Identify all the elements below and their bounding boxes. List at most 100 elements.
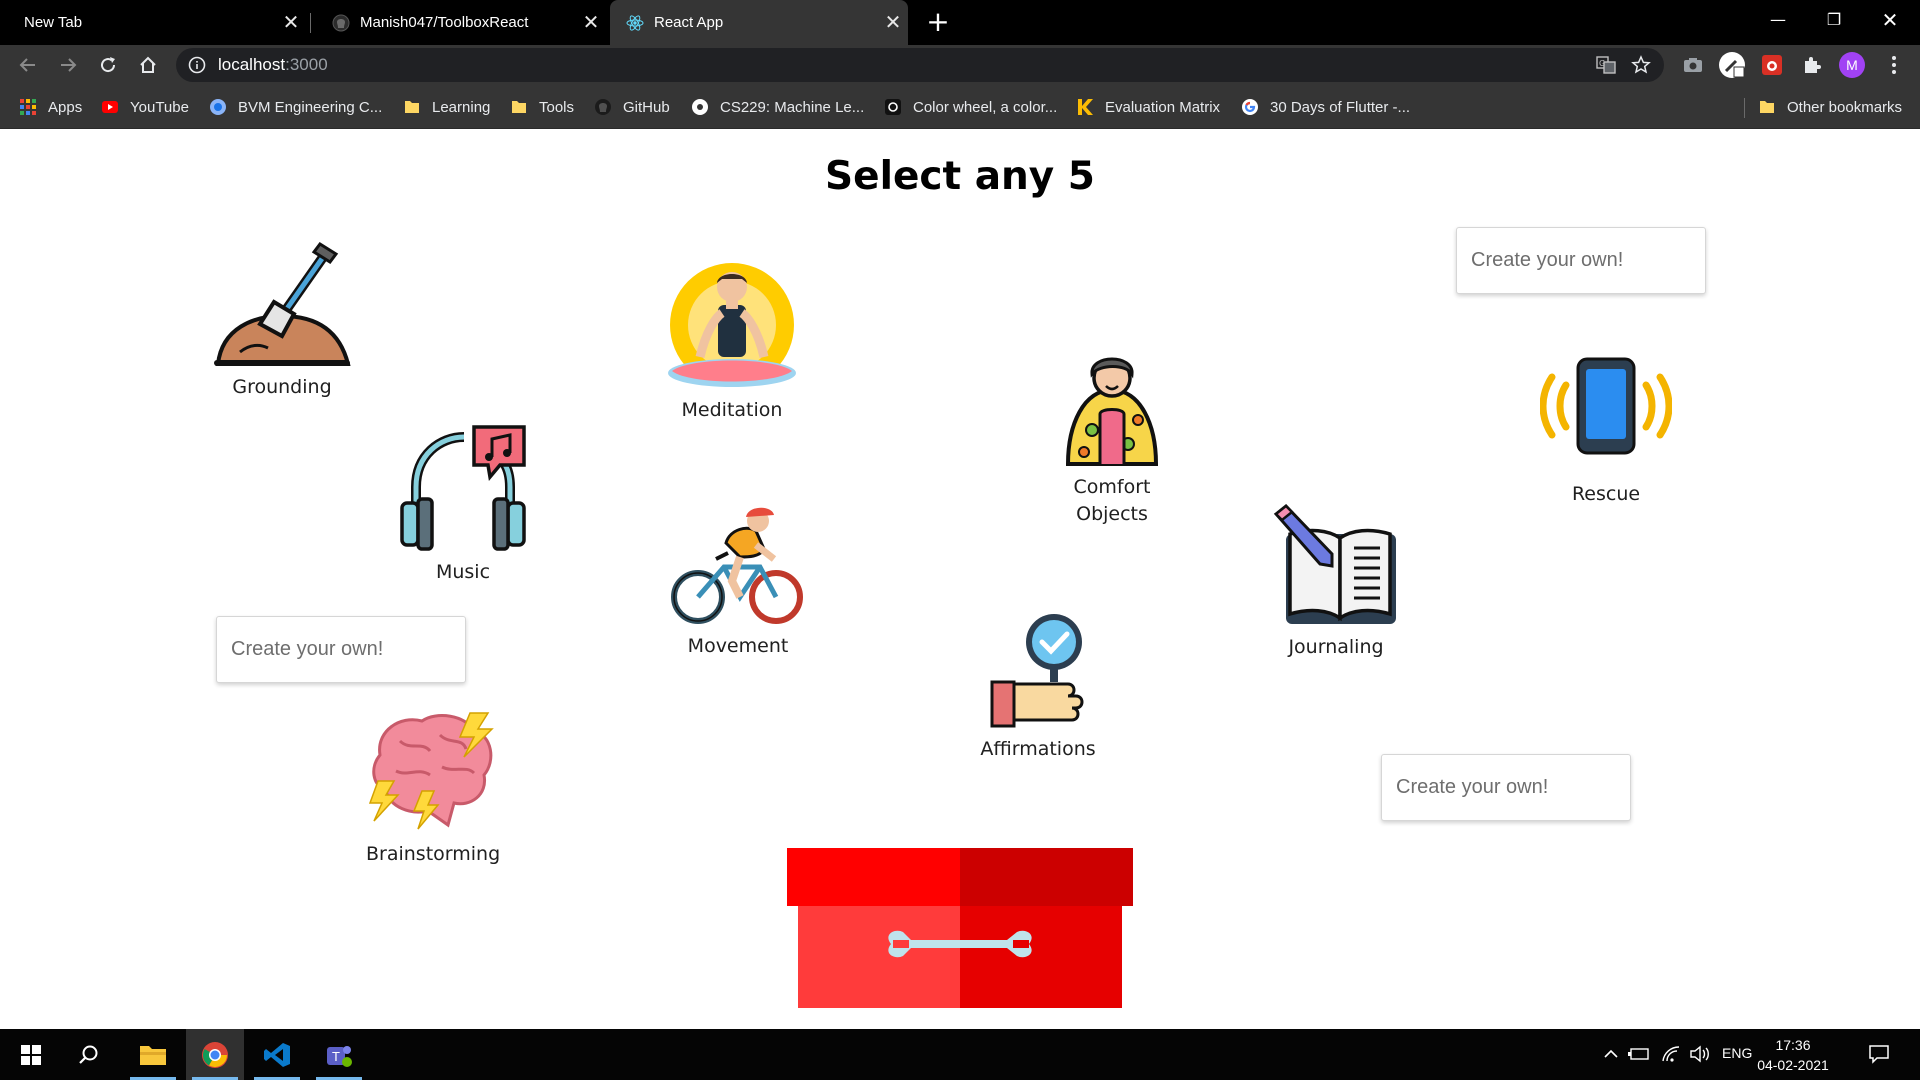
tab-title: New Tab bbox=[24, 14, 83, 31]
star-icon[interactable] bbox=[1631, 55, 1651, 75]
windows-taskbar: T ENG 17:36 04-02-2021 bbox=[0, 1029, 1920, 1080]
extensions-puzzle-icon[interactable] bbox=[1798, 51, 1826, 79]
start-button[interactable] bbox=[2, 1029, 60, 1080]
apps-grid-icon bbox=[20, 99, 36, 115]
svg-text:M: M bbox=[1846, 57, 1858, 73]
new-tab-button[interactable]: + bbox=[921, 6, 955, 40]
language-indicator[interactable]: ENG bbox=[1722, 1045, 1752, 1061]
bookmarks-divider bbox=[1744, 98, 1745, 118]
create-your-own-input[interactable] bbox=[1456, 227, 1706, 294]
camera-extension-icon[interactable] bbox=[1679, 51, 1707, 79]
tab-github[interactable]: Manish047/ToolboxReact ✕ bbox=[316, 0, 606, 45]
bookmark-label: Tools bbox=[539, 98, 575, 116]
tool-label: Affirmations bbox=[980, 738, 1096, 760]
translate-icon[interactable]: G bbox=[1596, 56, 1616, 74]
tab-react-app[interactable]: React App ✕ bbox=[610, 0, 908, 45]
tool-rescue[interactable]: Rescue bbox=[1540, 355, 1672, 508]
bookmark-other[interactable]: Other bookmarks bbox=[1758, 95, 1902, 119]
close-icon[interactable]: ✕ bbox=[576, 10, 606, 35]
github-icon bbox=[332, 14, 350, 31]
tool-movement[interactable]: Movement bbox=[668, 503, 808, 660]
profile-avatar[interactable]: M bbox=[1838, 51, 1866, 79]
adobe-color-icon bbox=[885, 99, 901, 115]
arrow-left-icon bbox=[19, 58, 35, 72]
bug-extension-icon[interactable] bbox=[1758, 51, 1786, 79]
create-your-own-input[interactable] bbox=[1381, 754, 1631, 821]
folder-icon bbox=[1760, 101, 1774, 113]
tool-meditation[interactable]: Meditation bbox=[660, 261, 804, 424]
bookmark-label: Apps bbox=[48, 98, 83, 116]
bookmark-bvm[interactable]: BVM Engineering C... bbox=[209, 95, 382, 119]
tool-comfort-objects[interactable]: Comfort Objects bbox=[1050, 344, 1174, 528]
back-button[interactable] bbox=[12, 49, 44, 81]
address-bar[interactable]: localhost:3000 G bbox=[176, 48, 1664, 82]
taskbar-teams[interactable]: T bbox=[310, 1029, 368, 1080]
bookmarks-bar: Apps YouTube BVM Engineering C... Learni… bbox=[0, 85, 1920, 129]
bookmark-color-wheel[interactable]: Color wheel, a color... bbox=[884, 95, 1057, 119]
svg-text:T: T bbox=[332, 1049, 340, 1064]
shovel-icon bbox=[214, 241, 351, 366]
notification-icon[interactable] bbox=[1868, 1043, 1890, 1065]
url-port: :3000 bbox=[285, 55, 328, 74]
volume-icon[interactable] bbox=[1689, 1043, 1711, 1065]
tool-grounding[interactable]: Grounding bbox=[210, 240, 354, 401]
folder-icon bbox=[512, 101, 526, 113]
bookmark-label: GitHub bbox=[623, 98, 670, 116]
tool-label: Music bbox=[435, 561, 491, 583]
battery-icon[interactable] bbox=[1628, 1043, 1650, 1065]
bookmark-evaluation-matrix[interactable]: Evaluation Matrix bbox=[1076, 95, 1220, 119]
thumbs-up-check-icon bbox=[990, 614, 1084, 728]
bookmark-cs229[interactable]: CS229: Machine Le... bbox=[691, 95, 864, 119]
youtube-icon bbox=[102, 101, 118, 113]
bookmark-github[interactable]: GitHub bbox=[594, 95, 670, 119]
bookmark-apps[interactable]: Apps bbox=[19, 95, 82, 119]
taskbar-file-explorer[interactable] bbox=[124, 1029, 182, 1080]
bookmark-label: Other bookmarks bbox=[1787, 98, 1903, 116]
tool-label: Comfort Objects bbox=[1073, 476, 1151, 525]
create-your-own-input[interactable] bbox=[216, 616, 466, 683]
tool-affirmations[interactable]: Affirmations bbox=[980, 612, 1096, 763]
bookmark-label: Color wheel, a color... bbox=[913, 98, 1058, 116]
chevron-up-icon[interactable] bbox=[1600, 1043, 1622, 1065]
bookmark-tools[interactable]: Tools bbox=[510, 95, 574, 119]
file-explorer-icon bbox=[140, 1045, 166, 1065]
bookmark-label: YouTube bbox=[130, 98, 189, 116]
close-window-button[interactable]: ✕ bbox=[1862, 0, 1918, 40]
svg-text:G: G bbox=[1599, 59, 1605, 68]
bookmark-youtube[interactable]: YouTube bbox=[101, 95, 189, 119]
vscode-icon bbox=[264, 1042, 290, 1067]
tool-brainstorming[interactable]: Brainstorming bbox=[366, 711, 501, 868]
kebab-menu-icon[interactable] bbox=[1880, 51, 1908, 79]
wifi-icon[interactable] bbox=[1660, 1043, 1682, 1065]
clock[interactable]: 17:36 04-02-2021 bbox=[1752, 1035, 1834, 1075]
toolbox-icon[interactable] bbox=[787, 848, 1133, 1008]
bookmark-flutter[interactable]: 30 Days of Flutter -... bbox=[1241, 95, 1410, 119]
taskbar-vscode[interactable] bbox=[248, 1029, 306, 1080]
search-button[interactable] bbox=[60, 1029, 118, 1080]
reload-button[interactable] bbox=[92, 49, 124, 81]
eyedropper-extension-icon[interactable] bbox=[1718, 51, 1746, 79]
bookmark-learning[interactable]: Learning bbox=[403, 95, 490, 119]
minimize-button[interactable]: — bbox=[1750, 0, 1806, 40]
bookmark-label: BVM Engineering C... bbox=[238, 98, 383, 116]
restore-button[interactable]: ❐ bbox=[1806, 0, 1862, 40]
taskbar-chrome[interactable] bbox=[186, 1029, 244, 1080]
tab-separator bbox=[310, 13, 311, 33]
tool-journaling[interactable]: Journaling bbox=[1272, 504, 1400, 661]
url-text: localhost:3000 bbox=[218, 55, 328, 75]
bookmark-label: Evaluation Matrix bbox=[1105, 98, 1221, 116]
reload-icon bbox=[101, 57, 116, 73]
tool-label: Grounding bbox=[232, 376, 332, 398]
k-logo-icon bbox=[1078, 99, 1093, 115]
clock-date: 04-02-2021 bbox=[1757, 1057, 1829, 1073]
tab-new-tab[interactable]: New Tab ✕ bbox=[8, 0, 306, 45]
close-icon[interactable]: ✕ bbox=[878, 10, 908, 35]
close-icon[interactable]: ✕ bbox=[276, 10, 306, 35]
tool-label: Brainstorming bbox=[366, 843, 501, 865]
forward-button[interactable] bbox=[52, 49, 84, 81]
windows-logo-icon bbox=[21, 1044, 41, 1065]
url-host: localhost bbox=[218, 55, 286, 74]
teams-icon: T bbox=[327, 1045, 352, 1067]
home-button[interactable] bbox=[132, 49, 164, 81]
tool-music[interactable]: Music bbox=[398, 425, 528, 586]
